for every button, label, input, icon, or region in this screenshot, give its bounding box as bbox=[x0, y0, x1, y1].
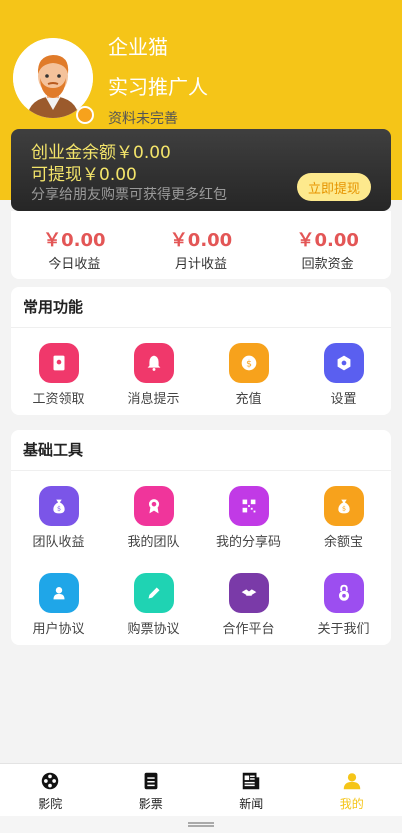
tab-label: 我的 bbox=[339, 797, 364, 811]
cell-label: 消息提示 bbox=[127, 392, 180, 407]
handshake-icon bbox=[228, 573, 269, 613]
cell-label: 关于我们 bbox=[317, 622, 370, 637]
withdraw-button[interactable]: 立即提现 bbox=[297, 173, 371, 201]
earnings-stats: ￥0.00 今日收益 ￥0.00 月计收益 ￥0.00 回款资金 bbox=[11, 211, 391, 279]
cell-label: 充值 bbox=[235, 392, 262, 407]
about-us-button[interactable]: 关于我们 bbox=[296, 558, 391, 645]
withdrawable-balance: 可提现￥0.00 bbox=[31, 165, 137, 185]
tab-cinema[interactable]: 影院 bbox=[0, 764, 101, 816]
stat-label: 月计收益 bbox=[175, 257, 228, 272]
svg-text:$: $ bbox=[246, 359, 252, 370]
bottom-tab-bar: 影院 影票 新闻 我的 bbox=[0, 763, 402, 816]
newspaper-icon bbox=[243, 772, 260, 790]
yuebao-button[interactable]: $ 余额宝 bbox=[296, 471, 391, 558]
ticket-agreement-button[interactable]: 购票协议 bbox=[106, 558, 201, 645]
stat-label: 今日收益 bbox=[48, 257, 101, 272]
medal-icon bbox=[133, 486, 174, 526]
pencil-icon bbox=[133, 573, 174, 613]
person-icon bbox=[343, 773, 360, 790]
qr-code-icon bbox=[228, 486, 269, 526]
cell-label: 团队收益 bbox=[32, 535, 85, 550]
cell-label: 用户协议 bbox=[32, 622, 85, 637]
user-agreement-button[interactable]: 用户协议 bbox=[11, 558, 106, 645]
svg-text:$: $ bbox=[341, 505, 345, 513]
cell-label: 我的团队 bbox=[127, 535, 180, 550]
stat-label: 回款资金 bbox=[301, 257, 354, 272]
stat-value: ￥0.00 bbox=[169, 230, 233, 251]
coin-icon: $ bbox=[228, 343, 269, 383]
stat-value: ￥0.00 bbox=[296, 230, 359, 251]
share-tip: 分享给朋友购票可获得更多红包 bbox=[31, 187, 227, 203]
my-team-button[interactable]: 我的团队 bbox=[106, 471, 201, 558]
user-icon bbox=[38, 573, 79, 613]
settings-button[interactable]: 设置 bbox=[296, 328, 391, 415]
lock-icon bbox=[323, 573, 364, 613]
gear-icon bbox=[323, 343, 364, 383]
bell-icon bbox=[133, 343, 174, 383]
film-reel-icon bbox=[42, 772, 59, 790]
cell-label: 合作平台 bbox=[222, 622, 275, 637]
tab-label: 影票 bbox=[138, 797, 163, 811]
stat-month[interactable]: ￥0.00 月计收益 bbox=[138, 211, 265, 279]
cell-label: 设置 bbox=[330, 392, 357, 407]
common-functions-card: 常用功能 工资领取 消息提示 $ 充值 设置 bbox=[11, 287, 391, 415]
my-share-code-button[interactable]: 我的分享码 bbox=[201, 471, 296, 558]
stat-value: ￥0.00 bbox=[43, 230, 106, 251]
message-notice-button[interactable]: 消息提示 bbox=[106, 328, 201, 415]
tab-label: 影院 bbox=[38, 797, 63, 811]
drag-handle-icon[interactable] bbox=[188, 822, 214, 827]
user-nickname: 实习推广人 bbox=[108, 75, 208, 99]
vip-crown-icon bbox=[76, 106, 94, 124]
tab-tickets[interactable]: 影票 bbox=[101, 764, 202, 816]
cell-label: 余额宝 bbox=[323, 535, 363, 550]
home-indicator-bar bbox=[0, 816, 402, 833]
cell-label: 购票协议 bbox=[127, 622, 180, 637]
tab-news[interactable]: 新闻 bbox=[201, 764, 302, 816]
ticket-list-icon bbox=[144, 772, 158, 790]
tab-label: 新闻 bbox=[239, 797, 264, 811]
recharge-button[interactable]: $ 充值 bbox=[201, 328, 296, 415]
tab-mine[interactable]: 我的 bbox=[302, 764, 402, 816]
team-earnings-button[interactable]: $ 团队收益 bbox=[11, 471, 106, 558]
partner-platform-button[interactable]: 合作平台 bbox=[201, 558, 296, 645]
basic-tools-card: 基础工具 $ 团队收益 我的团队 我的分享码 $ 余额宝 用户协议 购票协议 合… bbox=[11, 430, 391, 645]
company-name: 企业猫 bbox=[108, 35, 168, 59]
cell-label: 我的分享码 bbox=[215, 535, 281, 550]
cell-label: 工资领取 bbox=[32, 392, 85, 407]
svg-text:$: $ bbox=[56, 505, 60, 513]
stat-repayment[interactable]: ￥0.00 回款资金 bbox=[264, 211, 391, 279]
coin-bag-icon: $ bbox=[323, 486, 364, 526]
profile-incomplete-hint[interactable]: 资料未完善 bbox=[108, 108, 178, 128]
balance-card: 创业金余额￥0.00 可提现￥0.00 分享给朋友购票可获得更多红包 立即提现 bbox=[11, 129, 391, 211]
money-bag-icon: $ bbox=[38, 486, 79, 526]
stat-today[interactable]: ￥0.00 今日收益 bbox=[11, 211, 138, 279]
section-title: 常用功能 bbox=[11, 287, 391, 328]
red-envelope-icon bbox=[38, 343, 79, 383]
section-title: 基础工具 bbox=[11, 430, 391, 471]
salary-claim-button[interactable]: 工资领取 bbox=[11, 328, 106, 415]
